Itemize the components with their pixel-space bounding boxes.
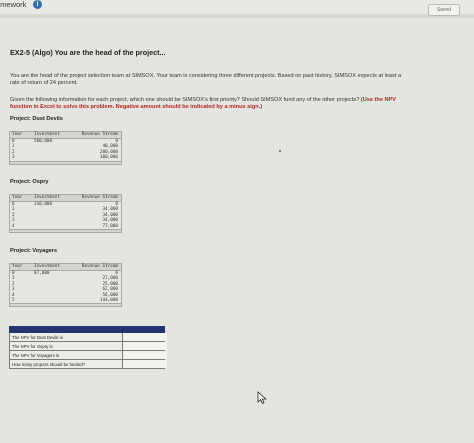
answer-row-dust-devils: The NPV for Dust Devils is: [9, 333, 167, 342]
cell-year: 3: [12, 218, 15, 224]
project-table-ospry: Year Investment Revenue Stream 0 310,000 0…: [9, 194, 122, 233]
saved-button[interactable]: Saved: [427, 4, 460, 16]
answer-table-header: [9, 326, 165, 333]
cell-year: 4: [12, 292, 15, 298]
table-footer: [10, 228, 121, 232]
answer-row-ospry: The NPV for Ospry is: [9, 342, 167, 351]
npv-ospry-input[interactable]: [122, 342, 167, 350]
cell-revenue: 56,000: [102, 292, 118, 298]
cell-revenue: 62,000: [102, 287, 118, 293]
table-header: Year Investment Revenue Stream: [10, 264, 121, 271]
prompt-text: Given the following information for each…: [10, 97, 360, 103]
cell-year: 3: [12, 155, 15, 161]
col-investment: Investment: [34, 195, 60, 200]
col-year: Year: [12, 195, 23, 200]
project-label-ospry: Project: Ospry: [10, 179, 49, 185]
table-row: 3 300,000: [10, 155, 121, 160]
npv-voyagers-input[interactable]: [122, 351, 167, 359]
project-label-dust-devils: Project: Dust Devils: [10, 116, 63, 122]
answer-row-voyagers: The NPV for Voyagers is: [9, 351, 167, 360]
cell-revenue: 77,000: [102, 223, 118, 229]
col-year: Year: [12, 264, 23, 269]
col-investment: Investment: [34, 132, 60, 137]
npv-dust-devils-input[interactable]: [122, 333, 167, 341]
table-row: 5 144,000: [10, 298, 121, 303]
cell-year: 3: [12, 287, 15, 293]
mouse-cursor-icon: [257, 391, 267, 404]
cell-year: 4: [12, 223, 15, 229]
col-revenue: Revenue Stream: [81, 195, 118, 200]
question-prompt: Given the following information for each…: [10, 97, 410, 111]
answer-label: The NPV for Voyagers is: [12, 352, 60, 358]
cell-revenue: 34,000: [102, 218, 118, 224]
dot-mark: [279, 150, 281, 152]
cell-year: 1: [12, 144, 15, 150]
table-row: 4 77,000: [10, 224, 121, 229]
homework-label: omework: [0, 0, 27, 9]
cell-revenue: 144,000: [99, 297, 118, 303]
table-header: Year Investment Revenue Stream: [10, 195, 121, 202]
answer-label: The NPV for Dust Devils is: [12, 334, 63, 340]
cell-revenue: 40,000: [102, 144, 118, 150]
cell-revenue: 34,000: [102, 207, 118, 213]
answer-table: The NPV for Dust Devils is The NPV for O…: [9, 326, 167, 369]
project-label-voyagers: Project: Voyagers: [10, 248, 58, 254]
cell-year: 1: [12, 276, 15, 282]
col-year: Year: [12, 132, 23, 137]
col-revenue: Revenue Stream: [81, 264, 118, 269]
col-investment: Investment: [34, 264, 60, 269]
project-table-dust-devils: Year Investment Revenue Stream 0 560,000 0…: [9, 131, 122, 165]
cell-investment: 87,000: [34, 271, 50, 276]
table-footer: [10, 160, 121, 164]
info-icon[interactable]: i: [33, 0, 42, 9]
cell-revenue: 300,000: [99, 155, 118, 161]
projects-funded-input[interactable]: [122, 360, 167, 368]
table-footer: [10, 303, 121, 307]
cell-investment: 560,000: [34, 139, 53, 144]
cell-year: 5: [12, 297, 15, 303]
answer-label: How many projects should be funded?: [12, 361, 86, 367]
answer-label: The NPV for Ospry is: [12, 343, 53, 349]
answer-row-projects-funded: How many projects should be funded?: [9, 360, 167, 369]
cell-revenue: 27,000: [102, 276, 118, 282]
question-title: EX2-5 (Algo) You are the head of the pro…: [10, 48, 166, 57]
col-revenue: Revenue Stream: [81, 132, 118, 137]
cell-year: 1: [12, 207, 15, 213]
project-table-voyagers: Year Investment Revenue Stream 0 87,000 0 …: [9, 263, 122, 308]
table-header: Year Investment Revenue Stream: [10, 132, 121, 139]
question-intro: You are the head of the project selectio…: [10, 73, 402, 86]
top-bar: omework i Saved: [0, 0, 474, 16]
cell-investment: 310,000: [34, 202, 53, 207]
